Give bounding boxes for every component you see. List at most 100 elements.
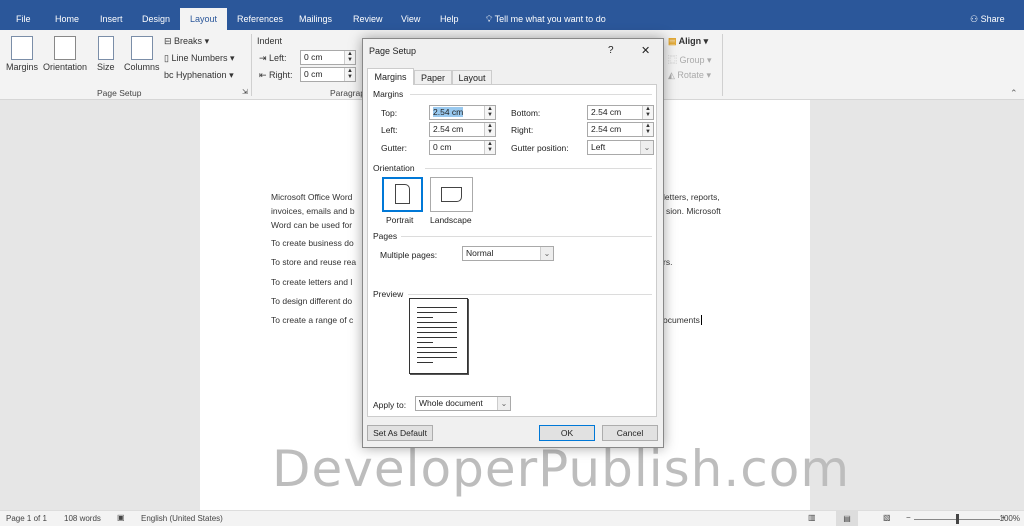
portrait-page-icon	[395, 184, 410, 204]
chevron-down-icon: ⌄	[640, 141, 653, 154]
share-label: Share	[980, 14, 1005, 24]
spinner[interactable]: ▲ ▼	[642, 123, 653, 136]
person-icon: ⚇	[970, 14, 981, 24]
spinner[interactable]: ▲ ▼	[484, 141, 495, 154]
tab-review[interactable]: Review	[345, 8, 391, 30]
page-count[interactable]: Page 1 of 1	[6, 514, 47, 523]
indent-left-icon: ⇥	[259, 53, 270, 63]
cancel-button[interactable]: Cancel	[602, 425, 658, 441]
preview-line	[417, 352, 457, 353]
page-setup-launcher-icon[interactable]: ⇲	[242, 88, 248, 96]
tab-references[interactable]: References	[229, 8, 291, 30]
tell-me-search[interactable]: 💡︎ Tell me what you want to do	[478, 8, 614, 30]
align-label: Align	[678, 36, 702, 46]
hyphenation-button[interactable]: bc Hyphenation ▾	[164, 70, 234, 81]
tab-help[interactable]: Help	[432, 8, 467, 30]
tab-view[interactable]: View	[393, 8, 428, 30]
page-setup-group-label: Page Setup	[97, 88, 142, 98]
tab-file[interactable]: File	[8, 8, 39, 30]
align-button[interactable]: ▤ Align ▾	[668, 36, 708, 47]
help-button[interactable]: ?	[608, 45, 614, 56]
divider	[251, 34, 252, 96]
pages-section-label: Pages	[373, 231, 398, 241]
rotate-label: Rotate	[677, 70, 704, 80]
indent-left-value: 0 cm	[304, 52, 323, 62]
tab-design[interactable]: Design	[134, 8, 178, 30]
orientation-button[interactable]: Orientation	[43, 36, 87, 72]
gutter-position-select[interactable]: Left ⌄	[587, 140, 654, 155]
watermark: DeveloperPublish.com	[272, 440, 851, 498]
preview-section-label: Preview	[373, 289, 404, 299]
right-input[interactable]: 2.54 cm ▲ ▼	[587, 122, 654, 137]
margins-panel: Margins Top: 2.54 cm ▲ ▼ Bottom: 2.54 cm ▲ ▼…	[367, 84, 657, 417]
multiple-pages-select[interactable]: Normal ⌄	[462, 246, 554, 261]
spinner[interactable]: ▲ ▼	[484, 106, 495, 119]
tab-layout-dialog[interactable]: Layout	[452, 70, 492, 85]
landscape-label[interactable]: Landscape	[430, 215, 472, 225]
group-label: Group	[679, 55, 705, 65]
line-numbers-button[interactable]: ▯ Line Numbers ▾	[164, 53, 235, 64]
gutter-position-value: Left	[591, 142, 606, 152]
tab-mailings[interactable]: Mailings	[291, 8, 340, 30]
proofing-icon[interactable]: ▣	[117, 513, 125, 522]
tab-paper[interactable]: Paper	[414, 70, 452, 85]
read-mode-icon[interactable]: ▥	[808, 513, 816, 522]
indent-label: Indent	[257, 36, 283, 46]
share-button[interactable]: ⚇ Share	[962, 8, 1013, 30]
doc-line: To create a range of c	[271, 315, 354, 325]
indent-left-text: Left:	[269, 53, 287, 63]
zoom-slider-thumb[interactable]	[956, 514, 959, 524]
doc-line-end: ocuments	[663, 315, 702, 325]
portrait-option[interactable]	[382, 177, 423, 212]
indent-right-icon: ⇤	[259, 70, 270, 80]
page-setup-dialog: Page Setup ? ✕ Margins Paper Layout Marg…	[362, 38, 664, 448]
preview-line	[417, 362, 433, 363]
bottom-input[interactable]: 2.54 cm ▲ ▼	[587, 105, 654, 120]
breaks-button[interactable]: ⊟ Breaks ▾	[164, 36, 209, 47]
tab-home[interactable]: Home	[47, 8, 87, 30]
spinner[interactable]: ▲ ▼	[484, 123, 495, 136]
spinner[interactable]: ▲ ▼	[344, 51, 355, 64]
portrait-label[interactable]: Portrait	[386, 215, 413, 225]
hyphenation-icon: bc	[164, 70, 177, 80]
columns-button[interactable]: Columns	[124, 36, 160, 72]
left-input[interactable]: 2.54 cm ▲ ▼	[429, 122, 496, 137]
divider	[408, 294, 652, 295]
group-button: ⿴ Group ▾	[668, 55, 712, 65]
indent-left-input[interactable]: 0 cm ▲ ▼	[300, 50, 356, 65]
language[interactable]: English (United States)	[141, 514, 223, 523]
multiple-pages-label: Multiple pages:	[380, 250, 438, 260]
print-layout-icon[interactable]: ▤	[836, 511, 858, 526]
word-count[interactable]: 108 words	[64, 514, 101, 523]
size-button[interactable]: Size	[97, 36, 115, 72]
spinner[interactable]: ▲ ▼	[344, 68, 355, 81]
gutter-input[interactable]: 0 cm ▲ ▼	[429, 140, 496, 155]
zoom-level[interactable]: 100%	[1000, 514, 1020, 523]
tab-layout[interactable]: Layout	[180, 8, 228, 30]
hyphenation-label: Hyphenation	[176, 70, 227, 80]
collapse-ribbon-icon[interactable]: ⌃	[1010, 88, 1018, 99]
divider	[425, 168, 652, 169]
indent-right-input[interactable]: 0 cm ▲ ▼	[300, 67, 356, 82]
spinner[interactable]: ▲ ▼	[642, 106, 653, 119]
divider	[722, 34, 723, 96]
doc-line: Microsoft Office Word	[271, 192, 353, 202]
orientation-icon	[54, 36, 77, 60]
web-layout-icon[interactable]: ▧	[883, 513, 891, 522]
doc-line: To store and reuse rea	[271, 257, 357, 267]
tell-me-label: Tell me what you want to do	[494, 14, 606, 24]
doc-line: To create letters and l	[271, 277, 353, 287]
landscape-option[interactable]	[430, 177, 473, 212]
zoom-out-button[interactable]: −	[906, 513, 911, 522]
apply-to-select[interactable]: Whole document ⌄	[415, 396, 511, 411]
set-as-default-button[interactable]: Set As Default	[367, 425, 433, 441]
doc-line: To design different do	[271, 296, 353, 306]
ok-button[interactable]: OK	[539, 425, 595, 441]
tab-margins[interactable]: Margins	[367, 68, 414, 85]
apply-to-label: Apply to:	[373, 400, 407, 410]
top-input[interactable]: 2.54 cm ▲ ▼	[429, 105, 496, 120]
margins-button[interactable]: Margins	[6, 36, 38, 72]
tab-insert[interactable]: Insert	[92, 8, 131, 30]
close-button[interactable]: ✕	[641, 44, 650, 57]
rotate-button: ◭ Rotate ▾	[668, 70, 711, 80]
